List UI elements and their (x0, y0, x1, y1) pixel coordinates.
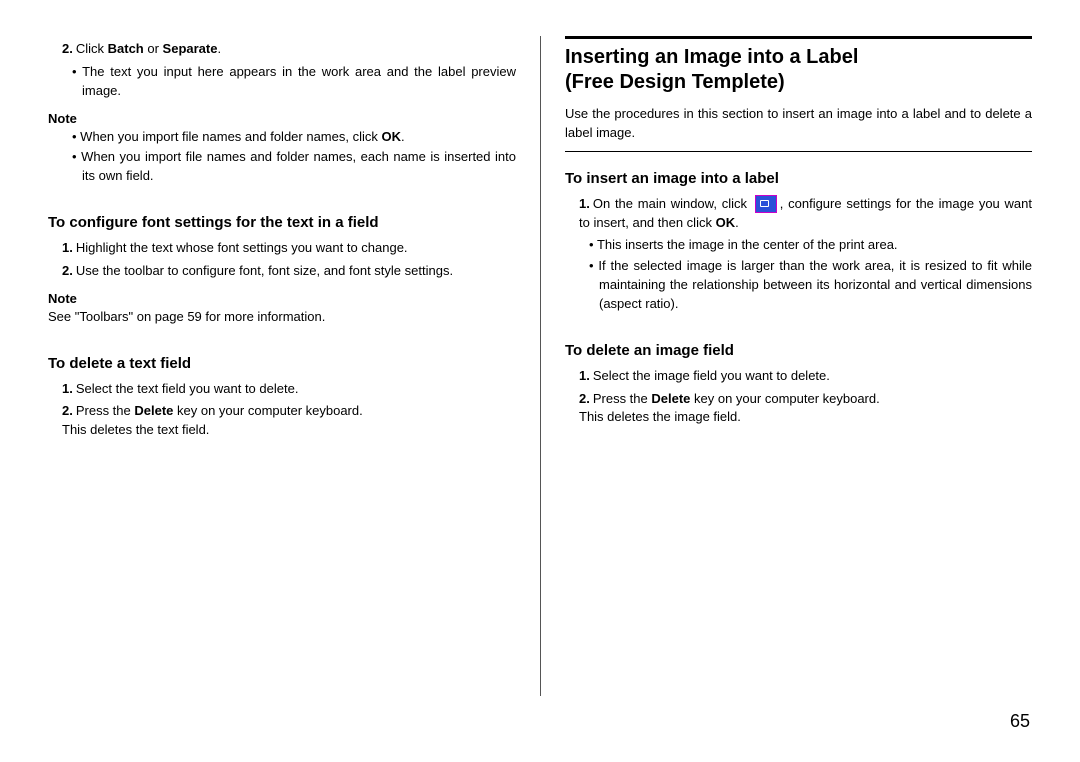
text: Press the (593, 391, 652, 406)
text: key on your computer keyboard. (173, 403, 362, 418)
text: key on your computer keyboard. (690, 391, 879, 406)
text: . (401, 129, 405, 144)
page-number: 65 (1010, 711, 1030, 732)
bold-text: OK (381, 129, 401, 144)
text: Select the image field you want to delet… (593, 368, 830, 383)
divider-thick (565, 36, 1032, 39)
bold-text: Batch (108, 41, 144, 56)
bold-text: Separate (163, 41, 218, 56)
text: Click (76, 41, 108, 56)
text: This deletes the image field. (579, 409, 741, 424)
text: . (735, 215, 739, 230)
text: When you import file names and folder na… (80, 129, 381, 144)
step-2: 2.Click Batch or Separate. (62, 40, 516, 59)
document-page: 2.Click Batch or Separate. The text you … (0, 0, 1080, 700)
section-title: Inserting an Image into a Label (Free De… (565, 45, 1032, 95)
left-column: 2.Click Batch or Separate. The text you … (48, 36, 540, 680)
bold-text: Delete (651, 391, 690, 406)
subheading-delete-text-field: To delete a text field (48, 355, 516, 372)
divider-thin (565, 151, 1032, 152)
step-1: 1.Select the text field you want to dele… (62, 380, 516, 399)
step-2: 2.Use the toolbar to configure font, fon… (62, 262, 516, 281)
note-body: See "Toolbars" on page 59 for more infor… (48, 308, 516, 327)
step-number: 2. (62, 263, 73, 278)
title-line-1: Inserting an Image into a Label (565, 46, 858, 68)
subheading-insert-image: To insert an image into a label (565, 170, 1032, 187)
step-number: 1. (62, 381, 73, 396)
step-number: 1. (579, 368, 590, 383)
step-1: 1.Highlight the text whose font settings… (62, 239, 516, 258)
step-number: 2. (579, 391, 590, 406)
bullet-item: When you import file names and folder na… (82, 148, 516, 186)
section-intro: Use the procedures in this section to in… (565, 105, 1032, 143)
text: Select the text field you want to delete… (76, 381, 299, 396)
step-number: 1. (579, 196, 590, 211)
text: Highlight the text whose font settings y… (76, 240, 408, 255)
note-heading: Note (48, 111, 516, 126)
step-number: 2. (62, 41, 73, 56)
step-2: 2.Press the Delete key on your computer … (579, 390, 1032, 428)
step-2: 2.Press the Delete key on your computer … (62, 402, 516, 440)
subheading-configure-font: To configure font settings for the text … (48, 214, 516, 231)
step-number: 1. (62, 240, 73, 255)
bold-text: OK (716, 215, 736, 230)
step-number: 2. (62, 403, 73, 418)
bullet-item: This inserts the image in the center of … (599, 236, 1032, 255)
subheading-delete-image-field: To delete an image field (565, 342, 1032, 359)
bullet-item: The text you input here appears in the w… (82, 63, 516, 101)
step-1: 1.Select the image field you want to del… (579, 367, 1032, 386)
bold-text: Delete (134, 403, 173, 418)
title-line-2: (Free Design Templete) (565, 71, 785, 93)
text: or (144, 41, 163, 56)
text: Use the toolbar to configure font, font … (76, 263, 453, 278)
text: Press the (76, 403, 135, 418)
right-column: Inserting an Image into a Label (Free De… (540, 36, 1032, 696)
insert-image-icon (755, 195, 777, 213)
text: On the main window, click (593, 196, 752, 211)
step-1: 1.On the main window, click , configure … (579, 195, 1032, 233)
text: . (217, 41, 221, 56)
bullet-item: When you import file names and folder na… (82, 128, 516, 147)
bullet-item: If the selected image is larger than the… (599, 257, 1032, 314)
note-heading: Note (48, 291, 516, 306)
text: This deletes the text field. (62, 422, 209, 437)
